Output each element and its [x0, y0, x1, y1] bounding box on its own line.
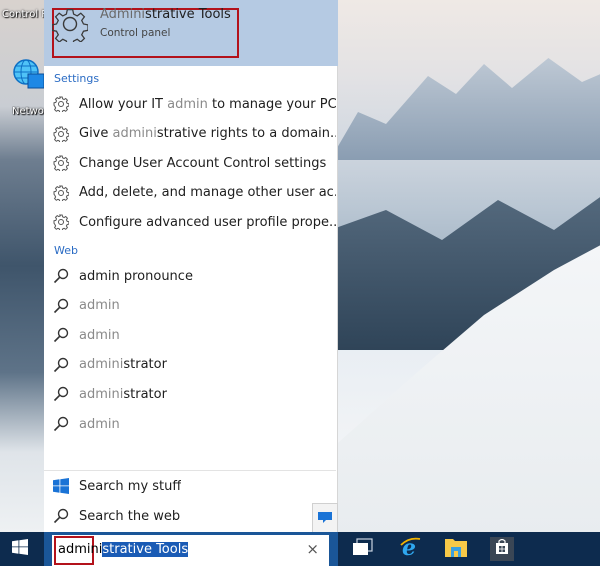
- search-icon: [53, 298, 69, 314]
- result-text: strator: [123, 357, 167, 373]
- gear-icon: [53, 185, 69, 201]
- query-match-text: admini: [112, 126, 157, 142]
- search-input-text: administrative Tools: [58, 542, 189, 557]
- windows-logo-icon: [12, 539, 28, 559]
- web-suggestion-item-label: administrator: [79, 387, 167, 402]
- best-match-result[interactable]: Administrative Tools Control panel: [44, 0, 338, 66]
- search-icon: [53, 386, 69, 402]
- search-icon: [53, 416, 69, 432]
- result-text: Configure advanced user profile prope...: [79, 214, 336, 230]
- web-suggestion-item-label: admin: [79, 417, 120, 432]
- best-match-subtitle: Control panel: [100, 27, 171, 39]
- web-suggestion-item-label: admin: [79, 328, 120, 343]
- file-explorer-button[interactable]: [444, 537, 468, 561]
- settings-heading: Settings: [54, 72, 100, 85]
- search-the-web-label: Search the web: [79, 508, 181, 524]
- web-suggestion-item[interactable]: admin: [44, 320, 336, 350]
- taskbar: administrative Tools × e: [0, 532, 600, 566]
- web-suggestion-item[interactable]: administrator: [44, 350, 336, 380]
- task-view-icon: [352, 538, 374, 560]
- web-suggestion-item[interactable]: admin: [44, 291, 336, 321]
- title-match-part: Admini: [100, 7, 146, 22]
- result-text: Allow your IT: [79, 96, 168, 112]
- settings-result-item[interactable]: Give administrative rights to a domain..…: [44, 119, 336, 149]
- result-text: admin pronounce: [79, 268, 193, 284]
- settings-result-item[interactable]: Change User Account Control settings: [44, 148, 336, 178]
- taskbar-search-area: administrative Tools ×: [44, 532, 338, 566]
- web-suggestion-item-label: admin pronounce: [79, 269, 193, 284]
- search-icon: [53, 357, 69, 373]
- settings-result-item[interactable]: Add, delete, and manage other user ac...: [44, 178, 336, 208]
- result-text: strator: [123, 386, 167, 402]
- result-text: Change User Account Control settings: [79, 155, 327, 171]
- gear-icon: [53, 214, 69, 231]
- settings-result-item-label: Allow your IT admin to manage your PC: [79, 97, 336, 112]
- settings-result-item-label: Change User Account Control settings: [79, 156, 326, 171]
- web-suggestion-item-label: administrator: [79, 357, 167, 372]
- result-text: strative rights to a domain...: [156, 126, 336, 142]
- web-suggestion-item[interactable]: administrator: [44, 379, 336, 409]
- gear-icon: [53, 96, 69, 112]
- autocomplete-text: strative Tools: [102, 542, 189, 557]
- web-suggestion-item[interactable]: admin pronounce: [44, 261, 336, 291]
- query-match-text: admin: [79, 298, 120, 314]
- title-rest-part: strative Tools: [145, 7, 231, 22]
- clear-search-button[interactable]: ×: [306, 540, 319, 558]
- gear-icon: [53, 126, 69, 142]
- settings-result-item-label: Configure advanced user profile prope...: [79, 215, 336, 230]
- query-match-text: admini: [79, 386, 124, 402]
- gear-icon: [51, 6, 89, 47]
- search-icon: [53, 268, 69, 284]
- internet-explorer-icon: e: [399, 535, 421, 562]
- settings-result-item-label: Add, delete, and manage other user ac...: [79, 185, 336, 200]
- web-suggestion-item[interactable]: admin: [44, 409, 336, 439]
- desktop-control-panel-label[interactable]: Control P: [2, 9, 47, 20]
- search-results-panel: Administrative Tools Control panel Setti…: [44, 0, 338, 532]
- start-button[interactable]: [0, 532, 40, 566]
- store-button[interactable]: [490, 537, 514, 561]
- folder-icon: [445, 537, 467, 561]
- settings-result-item[interactable]: Configure advanced user profile prope...: [44, 207, 336, 237]
- query-match-text: admini: [79, 357, 124, 373]
- network-label: Network: [12, 106, 44, 117]
- search-my-stuff-label: Search my stuff: [79, 478, 182, 494]
- result-text: to manage your PC: [207, 96, 336, 112]
- result-text: Give: [79, 126, 113, 142]
- query-match-text: admin: [167, 96, 208, 112]
- settings-result-item[interactable]: Allow your IT admin to manage your PC: [44, 89, 336, 119]
- search-icon: [53, 327, 69, 343]
- task-view-button[interactable]: [351, 537, 375, 561]
- query-match-text: admin: [79, 416, 120, 432]
- search-input[interactable]: administrative Tools ×: [52, 535, 329, 566]
- search-my-stuff-button[interactable]: Search my stuff: [44, 471, 336, 501]
- windows-logo-icon: [53, 478, 69, 494]
- internet-explorer-button[interactable]: e: [398, 535, 422, 562]
- web-suggestion-item-label: admin: [79, 298, 120, 313]
- web-heading: Web: [54, 244, 78, 257]
- best-match-title: Administrative Tools: [100, 7, 231, 22]
- feedback-icon: [318, 509, 332, 528]
- network-icon[interactable]: [12, 58, 45, 90]
- typed-text: admini: [58, 542, 103, 557]
- search-icon: [53, 508, 69, 524]
- feedback-button[interactable]: [312, 503, 338, 532]
- settings-result-item-label: Give administrative rights to a domain..…: [79, 126, 336, 141]
- search-the-web-button[interactable]: Search the web: [44, 501, 336, 531]
- store-icon: [495, 538, 509, 559]
- result-text: Add, delete, and manage other user ac...: [79, 185, 336, 201]
- query-match-text: admin: [79, 327, 120, 343]
- gear-icon: [53, 155, 69, 172]
